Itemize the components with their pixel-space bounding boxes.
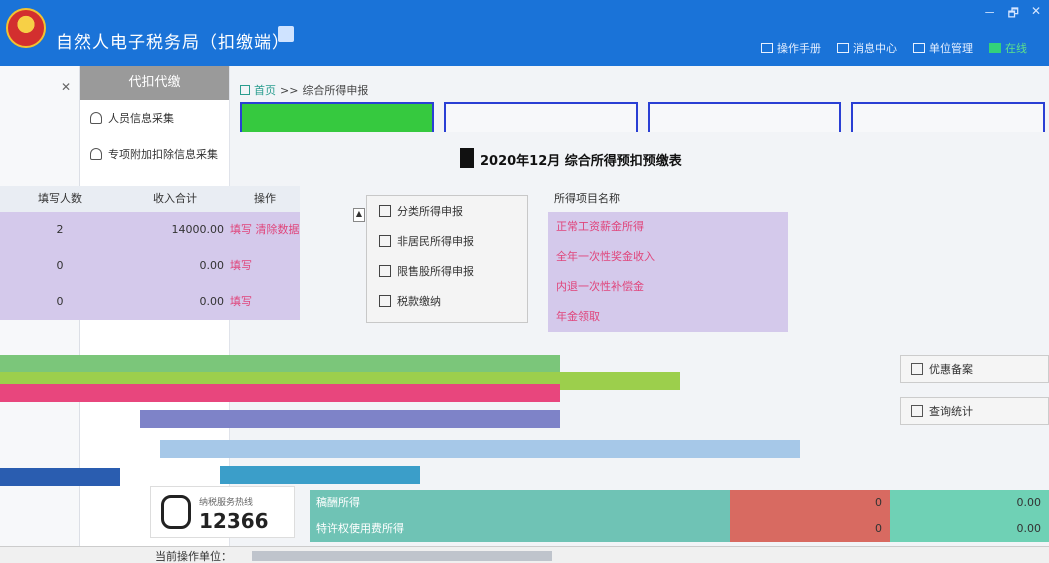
cell-income: 14000.00 bbox=[171, 223, 225, 236]
cell-actions: 填写 清除数据 bbox=[230, 212, 300, 248]
window-controls: － 🗗 ✕ bbox=[984, 4, 1041, 25]
hotline-badge: 纳税服务热线 12366 bbox=[150, 486, 295, 538]
income-items-header: 所得项目名称 bbox=[554, 192, 620, 205]
form-title-marker bbox=[460, 148, 474, 168]
glitch-band bbox=[160, 440, 800, 458]
fill-link[interactable]: 填写 bbox=[230, 223, 252, 236]
online-icon bbox=[989, 43, 1001, 53]
app-title: 自然人电子税务局（扣缴端） bbox=[56, 33, 290, 53]
col-count: 填写人数 bbox=[38, 192, 82, 205]
cell-actions: 填写 bbox=[230, 248, 300, 284]
col-income: 收入合计 bbox=[153, 192, 197, 205]
cell-count: 0 bbox=[730, 490, 890, 516]
breadcrumb-home[interactable]: 首页 bbox=[254, 82, 276, 98]
filing-icon bbox=[911, 363, 923, 375]
step-tab-3[interactable] bbox=[647, 102, 842, 132]
home-icon bbox=[240, 85, 250, 95]
current-unit-label: 当前操作单位： bbox=[155, 550, 232, 563]
glitch-band bbox=[220, 466, 420, 484]
hotline-logo-icon bbox=[161, 495, 191, 529]
glitch-band bbox=[140, 410, 560, 428]
deduction-icon bbox=[90, 148, 102, 160]
category-item-nonresident[interactable]: 非居民所得申报 bbox=[367, 226, 527, 256]
manual-icon bbox=[761, 43, 773, 53]
income-item[interactable]: 全年一次性奖金收入 bbox=[548, 242, 788, 272]
table-row: 0 0.00 填写 bbox=[0, 284, 300, 320]
table-row: 稿酬所得 0 0.00 bbox=[310, 490, 1049, 516]
category-dropdown: 分类所得申报 非居民所得申报 限售股所得申报 税款缴纳 bbox=[366, 195, 528, 323]
category-item-tax-payment[interactable]: 税款缴纳 bbox=[367, 286, 527, 316]
masked-unit-name bbox=[252, 551, 552, 561]
query-icon bbox=[911, 405, 923, 417]
top-actions: 操作手册 消息中心 单位管理 在线 bbox=[761, 40, 1027, 56]
breadcrumb-current: 综合所得申报 bbox=[302, 84, 369, 97]
cell-count: 0 bbox=[730, 516, 890, 542]
preferential-filing-button[interactable]: 优惠备案 bbox=[900, 355, 1049, 383]
col-actions: 操作 bbox=[254, 192, 276, 205]
fill-link[interactable]: 填写 bbox=[230, 259, 252, 272]
unit-icon bbox=[913, 43, 925, 53]
subnav-item-personnel[interactable]: 人员信息采集 bbox=[80, 100, 229, 136]
cell-count: 2 bbox=[56, 223, 64, 236]
message-center-button[interactable]: 消息中心 bbox=[837, 40, 897, 56]
cell-amount: 0.00 bbox=[890, 490, 1049, 516]
tax-payment-icon bbox=[379, 295, 391, 307]
hotline-label: 纳税服务热线 bbox=[199, 498, 254, 508]
summary-table: 填写人数 收入合计 操作 2 14000.00 填写 清除数据 0 0.00 填… bbox=[0, 186, 300, 320]
message-icon bbox=[837, 43, 849, 53]
table-row: 0 0.00 填写 bbox=[0, 248, 300, 284]
income-item-name[interactable]: 稿酬所得 bbox=[310, 490, 730, 516]
title-bar: 自然人电子税务局（扣缴端） － 🗗 ✕ 操作手册 消息中心 单位管理 在线 bbox=[0, 0, 1049, 66]
clear-data-link[interactable]: 清除数据 bbox=[256, 223, 300, 236]
breadcrumb: 首页 >> 综合所得申报 bbox=[240, 82, 368, 98]
cell-actions: 填写 bbox=[230, 284, 300, 320]
table-row: 2 14000.00 填写 清除数据 bbox=[0, 212, 300, 248]
glitch-band bbox=[0, 468, 120, 486]
step-tab-4[interactable] bbox=[851, 102, 1045, 132]
breadcrumb-separator: >> bbox=[280, 83, 299, 97]
glitch-band bbox=[0, 355, 560, 373]
income-item[interactable]: 年金领取 bbox=[548, 302, 788, 332]
wallet-icon[interactable] bbox=[278, 26, 294, 42]
step-tab-1[interactable] bbox=[240, 102, 434, 132]
step-tabs bbox=[240, 102, 1045, 132]
manual-button[interactable]: 操作手册 bbox=[761, 40, 821, 56]
table-header: 填写人数 收入合计 操作 bbox=[0, 186, 300, 212]
subnav-item-special-deduction[interactable]: 专项附加扣除信息采集 bbox=[80, 136, 229, 172]
category-item-classified[interactable]: 分类所得申报 bbox=[367, 196, 527, 226]
bottom-table: 稿酬所得 0 0.00 特许权使用费所得 0 0.00 bbox=[310, 490, 1049, 542]
restricted-stock-icon bbox=[379, 265, 391, 277]
person-icon bbox=[90, 112, 102, 124]
income-item-name[interactable]: 特许权使用费所得 bbox=[310, 516, 730, 542]
cell-amount: 0.00 bbox=[890, 516, 1049, 542]
query-statistics-button[interactable]: 查询统计 bbox=[900, 397, 1049, 425]
category-item-restricted-stock[interactable]: 限售股所得申报 bbox=[367, 256, 527, 286]
category-icon bbox=[379, 205, 391, 217]
hotline-number: 12366 bbox=[199, 509, 269, 533]
cell-income: 0.00 bbox=[199, 259, 225, 272]
income-item[interactable]: 正常工资薪金所得 bbox=[548, 212, 788, 242]
form-title: 2020年12月 综合所得预扣预缴表 bbox=[480, 154, 682, 169]
close-button[interactable]: ✕ bbox=[1031, 4, 1041, 25]
cell-count: 0 bbox=[56, 259, 64, 272]
national-emblem-logo bbox=[6, 8, 46, 48]
status-bar: 当前操作单位： bbox=[0, 546, 1049, 563]
income-item[interactable]: 内退一次性补偿金 bbox=[548, 272, 788, 302]
right-actions: 优惠备案 查询统计 bbox=[900, 355, 1049, 439]
close-icon[interactable]: ✕ bbox=[61, 80, 71, 94]
online-status[interactable]: 在线 bbox=[989, 40, 1027, 56]
subnav-header[interactable]: 代扣代缴 bbox=[80, 66, 229, 100]
cell-income: 0.00 bbox=[199, 295, 225, 308]
minimize-button[interactable]: － bbox=[984, 4, 996, 25]
step-tab-2[interactable] bbox=[443, 102, 638, 132]
maximize-button[interactable]: 🗗 bbox=[1008, 4, 1019, 25]
income-items-column: 所得项目名称 正常工资薪金所得 全年一次性奖金收入 内退一次性补偿金 年金领取 bbox=[548, 186, 788, 332]
scroll-up-button[interactable]: ▲ bbox=[353, 208, 365, 222]
table-row: 特许权使用费所得 0 0.00 bbox=[310, 516, 1049, 542]
unit-management-button[interactable]: 单位管理 bbox=[913, 40, 973, 56]
nonresident-icon bbox=[379, 235, 391, 247]
glitch-band bbox=[0, 384, 560, 402]
cell-count: 0 bbox=[56, 295, 64, 308]
fill-link[interactable]: 填写 bbox=[230, 295, 252, 308]
